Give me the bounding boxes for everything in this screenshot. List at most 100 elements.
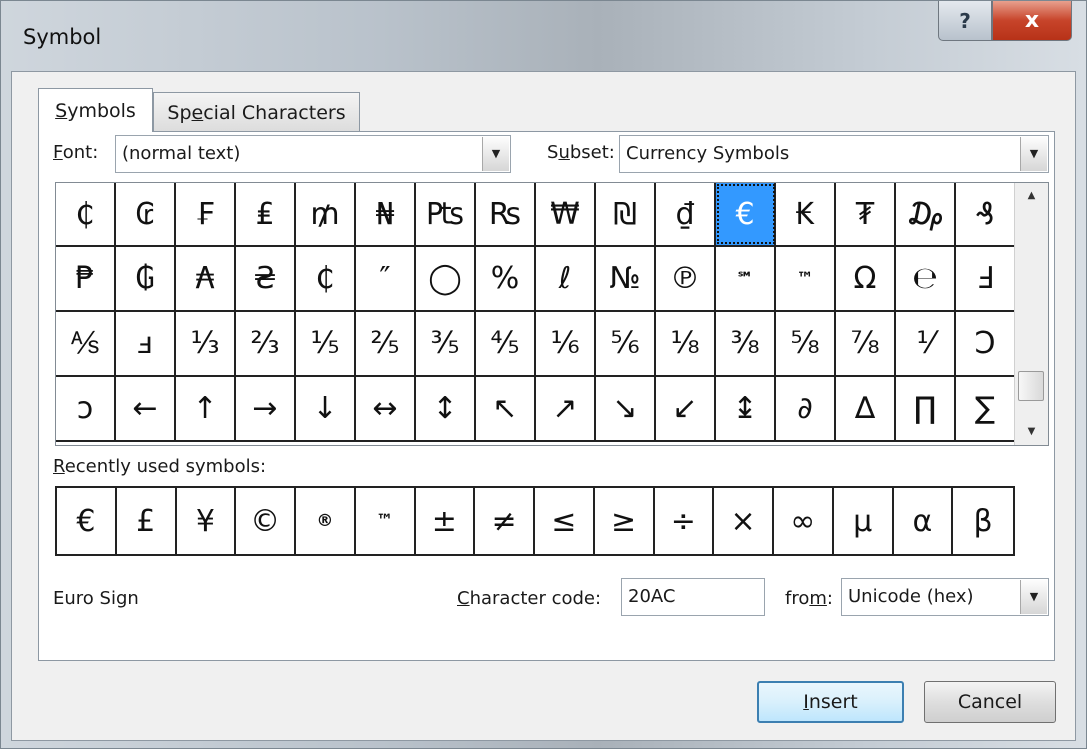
symbol-cell[interactable]: ↗ (536, 377, 596, 440)
symbol-cell[interactable]: ₰ (956, 183, 1016, 245)
character-code-input[interactable]: 20AC (621, 578, 765, 616)
symbol-cell[interactable]: ℓ (536, 247, 596, 310)
symbol-cell[interactable]: ⅍ (56, 312, 116, 375)
symbol-cell[interactable]: ₮ (836, 183, 896, 245)
symbol-cell[interactable]: ₵ (296, 247, 356, 310)
symbol-cell[interactable]: ↨ (716, 377, 776, 440)
symbol-cell[interactable]: ⅙ (536, 312, 596, 375)
symbol-cell[interactable]: ∑ (956, 377, 1016, 440)
symbol-cell[interactable]: ₩ (536, 183, 596, 245)
recent-symbol-cell[interactable]: € (57, 488, 117, 554)
symbol-cell[interactable]: ₧ (416, 183, 476, 245)
symbol-cell[interactable]: ⅕ (296, 312, 356, 375)
recent-symbol-cell[interactable]: ™ (356, 488, 416, 554)
insert-button[interactable]: Insert (757, 681, 904, 723)
symbol-cell[interactable]: ⅓ (176, 312, 236, 375)
symbol-cell[interactable]: ⅘ (476, 312, 536, 375)
recent-symbol-cell[interactable]: β (953, 488, 1013, 554)
recent-symbol-cell[interactable]: α (894, 488, 954, 554)
symbol-cell[interactable]: ∂ (776, 377, 836, 440)
recent-symbol-cell[interactable]: ≤ (535, 488, 595, 554)
symbol-cell[interactable]: ↓ (296, 377, 356, 440)
symbol-cell[interactable]: ₳ (176, 247, 236, 310)
symbol-cell[interactable]: ₤ (236, 183, 296, 245)
recent-symbol-cell[interactable]: ® (296, 488, 356, 554)
symbol-cell[interactable]: ⅚ (596, 312, 656, 375)
symbol-cell[interactable]: № (596, 247, 656, 310)
from-dropdown[interactable]: Unicode (hex) ▼ (841, 578, 1049, 616)
symbol-row: ⅍ ⅎ ⅓ ⅔ ⅕ ⅖ ⅗ ⅘ ⅙ ⅚ ⅛ ⅜ ⅝ ⅞ ⅟ Ↄ (56, 312, 1016, 377)
symbol-cell[interactable]: ₲ (116, 247, 176, 310)
recent-symbol-cell[interactable]: © (236, 488, 296, 554)
symbol-cell[interactable]: ⅜ (716, 312, 776, 375)
recent-symbol-cell[interactable]: ≥ (595, 488, 655, 554)
symbol-cell[interactable]: % (476, 247, 536, 310)
symbol-cell[interactable]: ⅎ (116, 312, 176, 375)
cancel-button[interactable]: Cancel (924, 681, 1056, 723)
symbol-cell[interactable]: Ω (836, 247, 896, 310)
symbol-cell[interactable]: → (236, 377, 296, 440)
symbol-cell[interactable]: ↕ (416, 377, 476, 440)
recent-symbol-cell[interactable]: ∞ (774, 488, 834, 554)
symbol-cell[interactable]: ℗ (656, 247, 716, 310)
symbol-cell[interactable]: ₢ (116, 183, 176, 245)
recent-symbol-cell[interactable]: × (714, 488, 774, 554)
symbol-cell[interactable]: ₫ (656, 183, 716, 245)
symbol-cell[interactable]: ₪ (596, 183, 656, 245)
tab-symbols[interactable]: Symbols (38, 88, 153, 132)
symbol-cell[interactable]: ₴ (236, 247, 296, 310)
symbol-cell[interactable]: ₨ (476, 183, 536, 245)
symbol-cell[interactable]: ™ (776, 247, 836, 310)
close-button[interactable]: x (992, 1, 1072, 41)
symbol-cell[interactable]: Ⅎ (956, 247, 1016, 310)
symbol-cell[interactable]: ↄ (56, 377, 116, 440)
recent-symbol-cell[interactable]: ± (416, 488, 476, 554)
symbol-cell[interactable]: ₭ (776, 183, 836, 245)
symbol-cell[interactable]: ↔ (356, 377, 416, 440)
symbol-cell[interactable]: ↘ (596, 377, 656, 440)
symbol-cell[interactable]: ⅞ (836, 312, 896, 375)
symbol-cell[interactable]: ⅛ (656, 312, 716, 375)
symbol-cell[interactable]: ⅝ (776, 312, 836, 375)
recent-symbol-cell[interactable]: £ (117, 488, 177, 554)
scroll-down-arrow-icon[interactable]: ▼ (1015, 419, 1048, 443)
character-code-label: Character code: (457, 588, 602, 609)
symbol-cell[interactable]: ₱ (56, 247, 116, 310)
symbol-cell[interactable]: ℮ (896, 247, 956, 310)
symbol-cell[interactable]: ⅗ (416, 312, 476, 375)
help-button[interactable]: ? (938, 1, 992, 41)
symbol-cell[interactable]: ∏ (896, 377, 956, 440)
symbol-cell[interactable]: ◯ (416, 247, 476, 310)
tab-special-characters[interactable]: Special Characters (153, 92, 360, 132)
symbol-cell[interactable]: ℠ (716, 247, 776, 310)
symbol-cell[interactable]: ⅔ (236, 312, 296, 375)
symbol-cell[interactable]: ⅟ (896, 312, 956, 375)
symbol-cell[interactable]: Ↄ (956, 312, 1016, 375)
symbol-cell[interactable]: ↙ (656, 377, 716, 440)
recent-symbol-cell[interactable]: µ (834, 488, 894, 554)
symbol-cell[interactable]: ₯ (896, 183, 956, 245)
chevron-down-icon[interactable]: ▼ (1020, 137, 1047, 171)
symbol-cell[interactable]: ↑ (176, 377, 236, 440)
recent-symbol-cell[interactable]: ÷ (655, 488, 715, 554)
scrollbar-thumb[interactable] (1018, 371, 1044, 401)
chevron-down-icon[interactable]: ▼ (482, 137, 509, 171)
symbol-cell[interactable]: ₦ (356, 183, 416, 245)
symbol-cell[interactable]: ⅖ (356, 312, 416, 375)
scroll-up-arrow-icon[interactable]: ▲ (1015, 183, 1048, 207)
symbol-cell-selected[interactable]: € (716, 183, 776, 245)
symbol-cell[interactable]: ₵ (56, 183, 116, 245)
recent-symbol-cell[interactable]: ≠ (475, 488, 535, 554)
symbol-grid-scrollbar[interactable]: ▲ ▼ (1014, 183, 1048, 445)
symbol-cell[interactable]: ₥ (296, 183, 356, 245)
font-dropdown[interactable]: (normal text) ▼ (115, 135, 511, 173)
symbol-cell[interactable]: ← (116, 377, 176, 440)
symbol-cell[interactable]: ∆ (836, 377, 896, 440)
subset-dropdown[interactable]: Currency Symbols ▼ (619, 135, 1049, 173)
recent-symbol-cell[interactable]: ¥ (177, 488, 237, 554)
symbol-cell[interactable]: ″ (356, 247, 416, 310)
symbol-cell[interactable]: ↖ (476, 377, 536, 440)
symbol-cell[interactable]: ₣ (176, 183, 236, 245)
chevron-down-icon[interactable]: ▼ (1020, 580, 1047, 614)
title-bar[interactable]: Symbol ? x (1, 1, 1086, 71)
